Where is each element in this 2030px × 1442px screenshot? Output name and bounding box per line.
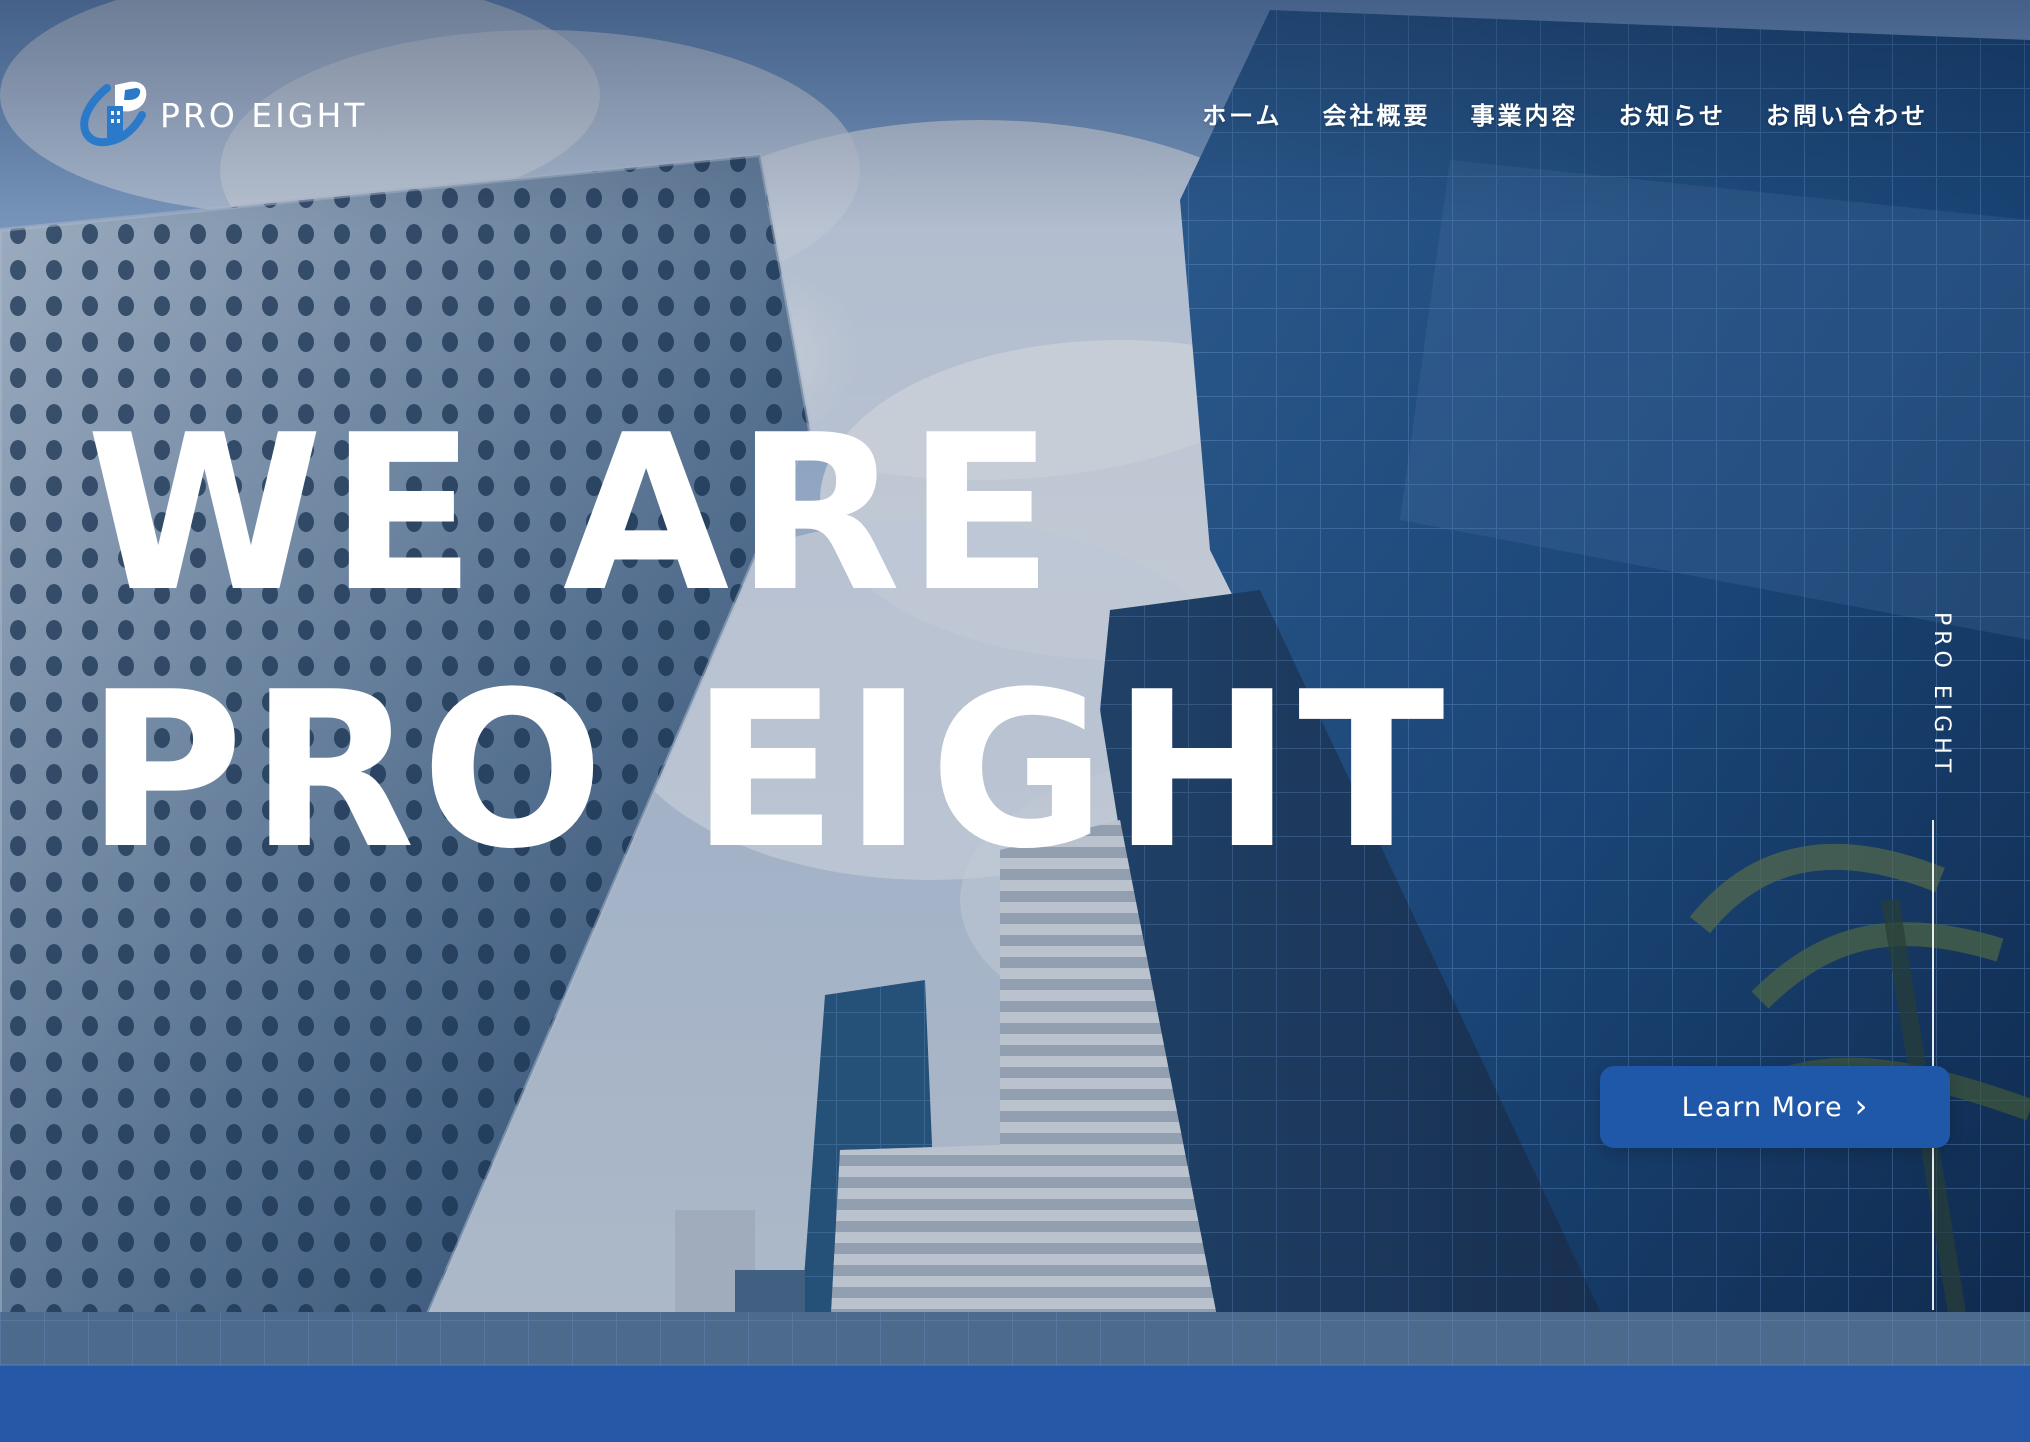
vertical-brand-label: PRO EIGHT — [1929, 612, 1954, 778]
hero-headline-line-2: PRO EIGHT — [86, 645, 1451, 896]
chevron-right-icon: › — [1854, 1087, 1869, 1125]
building-p-logo-icon — [80, 81, 147, 147]
logo-wordmark: PRO EIGHT — [160, 95, 368, 135]
learn-more-label: Learn More — [1681, 1091, 1843, 1123]
hero-headline: WE ARE PRO EIGHT — [86, 385, 1451, 899]
site-logo-link[interactable]: PRO EIGHT — [80, 80, 367, 150]
landing-page: PRO EIGHT ホーム 会社概要 事業内容 お知らせ お問い合わせ WE A… — [0, 0, 2030, 1442]
nav-link-company[interactable]: 会社概要 — [1322, 96, 1430, 131]
nav-link-services[interactable]: 事業内容 — [1470, 96, 1578, 131]
bottom-blue-band — [0, 1366, 2030, 1442]
nav-link-home[interactable]: ホーム — [1202, 96, 1282, 131]
vertical-divider-line — [1932, 820, 1934, 1310]
nav-link-news[interactable]: お知らせ — [1618, 96, 1726, 131]
hero-headline-line-1: WE ARE — [86, 388, 1060, 639]
main-navigation: ホーム 会社概要 事業内容 お知らせ お問い合わせ — [1162, 96, 1928, 131]
nav-link-contact[interactable]: お問い合わせ — [1766, 96, 1928, 131]
learn-more-button[interactable]: Learn More › — [1600, 1066, 1950, 1148]
